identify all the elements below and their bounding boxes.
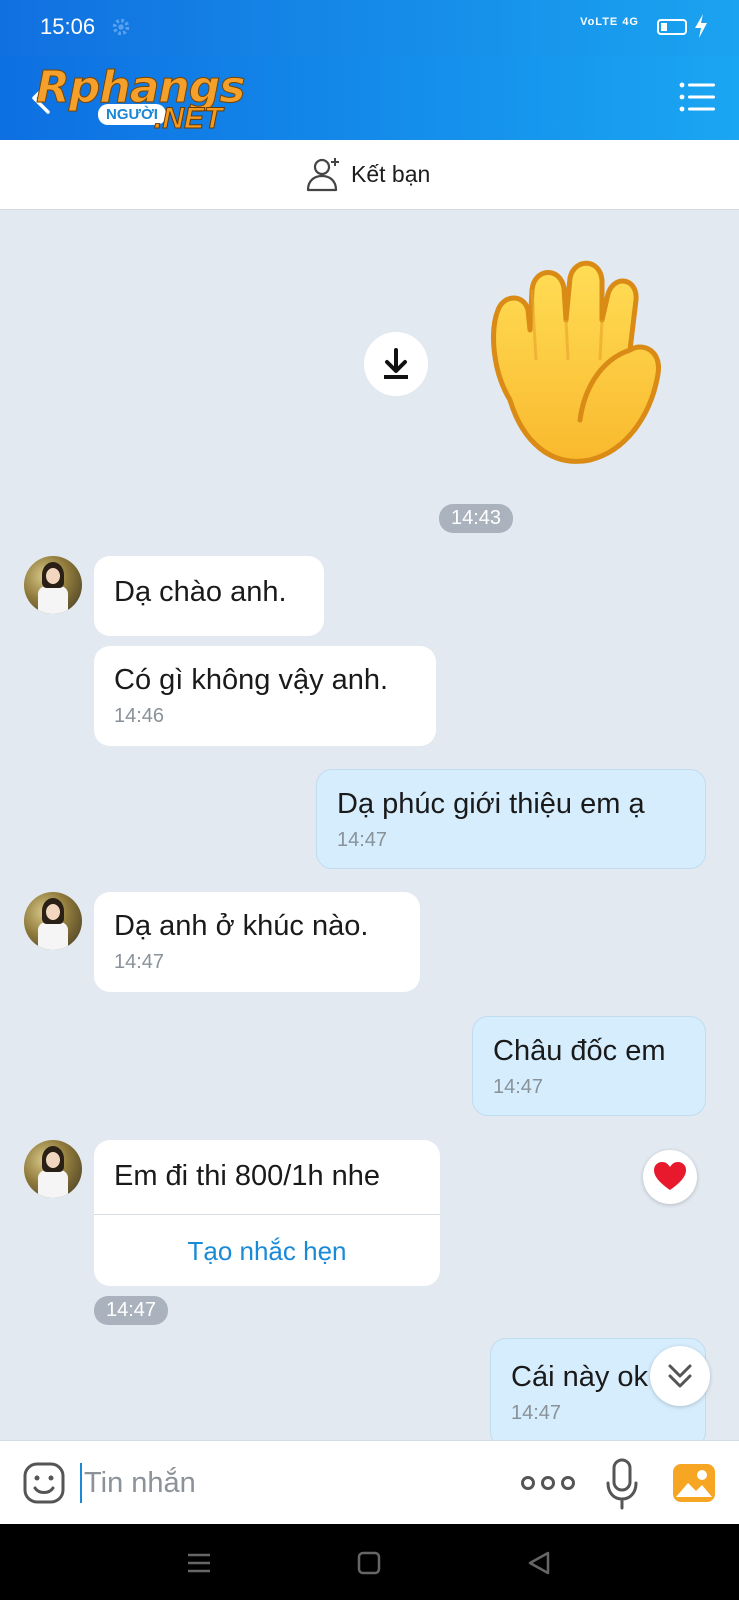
reaction-heart-button[interactable]	[643, 1150, 697, 1204]
raised-hand-sticker[interactable]	[480, 250, 680, 470]
message-time: 14:46	[114, 705, 165, 727]
avatar[interactable]	[24, 892, 82, 950]
message-text: Em đi thi 800/1h nhe	[114, 1160, 381, 1192]
logo-text-b: s	[219, 62, 246, 114]
watermark-logo: Rphangs NGƯỜI .NET	[35, 62, 266, 136]
double-chevron-down-icon	[668, 1364, 692, 1388]
message-bubble-incoming[interactable]: Dạ anh ở khúc nào. 14:47	[94, 892, 420, 992]
download-icon	[384, 348, 408, 379]
network-indicator: VoLTE 4G	[580, 16, 639, 28]
message-time: 14:47	[493, 1076, 544, 1098]
create-reminder-button[interactable]: Tạo nhắc hẹn	[94, 1214, 440, 1286]
status-time: 15:06	[40, 14, 96, 39]
message-bubble-incoming[interactable]: Em đi thi 800/1h nhe Tạo nhắc hẹn	[94, 1140, 440, 1286]
battery-icon	[657, 19, 687, 35]
message-input-bar: Tin nhắn	[0, 1440, 739, 1524]
time-separator: 14:43	[439, 504, 514, 533]
more-options-icon[interactable]	[520, 1475, 576, 1491]
status-bar: 15:06 VoLTE 4G	[0, 0, 739, 56]
message-bubble-outgoing[interactable]: Châu đốc em 14:47	[472, 1016, 706, 1116]
message-time-pill: 14:47	[94, 1296, 169, 1325]
logo-net: .NET	[153, 102, 223, 136]
chat-area[interactable]: 14:43 Dạ chào anh. Có gì không vậy anh. …	[0, 210, 739, 1440]
home-icon[interactable]	[356, 1550, 382, 1576]
heart-icon	[654, 1162, 686, 1190]
avatar[interactable]	[24, 556, 82, 614]
gear-icon	[112, 18, 130, 36]
message-input[interactable]: Tin nhắn	[84, 1467, 196, 1500]
chat-header: Rphangs NGƯỜI .NET	[0, 56, 739, 140]
message-text: Dạ chào anh.	[114, 576, 287, 608]
message-bubble-incoming[interactable]: Có gì không vậy anh. 14:46	[94, 646, 436, 746]
text-cursor	[80, 1463, 82, 1503]
message-text: Dạ anh ở khúc nào.	[114, 910, 369, 942]
scroll-to-bottom-button[interactable]	[650, 1346, 710, 1406]
charging-icon	[695, 14, 707, 38]
message-text: Dạ phúc giới thiệu em ạ	[337, 788, 645, 820]
system-nav-bar	[0, 1524, 739, 1600]
add-friend-icon	[306, 158, 339, 192]
download-button[interactable]	[364, 332, 428, 396]
message-time: 14:47	[337, 829, 388, 851]
sticker-emoji-icon[interactable]	[22, 1461, 66, 1505]
message-text: Có gì không vậy anh.	[114, 664, 389, 696]
menu-list-icon[interactable]	[679, 80, 715, 114]
back-nav-icon[interactable]	[526, 1550, 552, 1576]
message-time: 14:47	[114, 951, 165, 973]
message-text: Châu đốc em	[493, 1035, 666, 1067]
avatar[interactable]	[24, 1140, 82, 1198]
add-friend-bar[interactable]: Kết bạn	[0, 140, 739, 210]
microphone-icon[interactable]	[604, 1457, 640, 1511]
add-friend-label: Kết bạn	[351, 160, 431, 187]
image-gallery-icon[interactable]	[672, 1463, 716, 1503]
recent-apps-icon[interactable]	[186, 1550, 212, 1576]
message-bubble-incoming[interactable]: Dạ chào anh.	[94, 556, 324, 636]
message-bubble-outgoing[interactable]: Dạ phúc giới thiệu em ạ 14:47	[316, 769, 706, 869]
